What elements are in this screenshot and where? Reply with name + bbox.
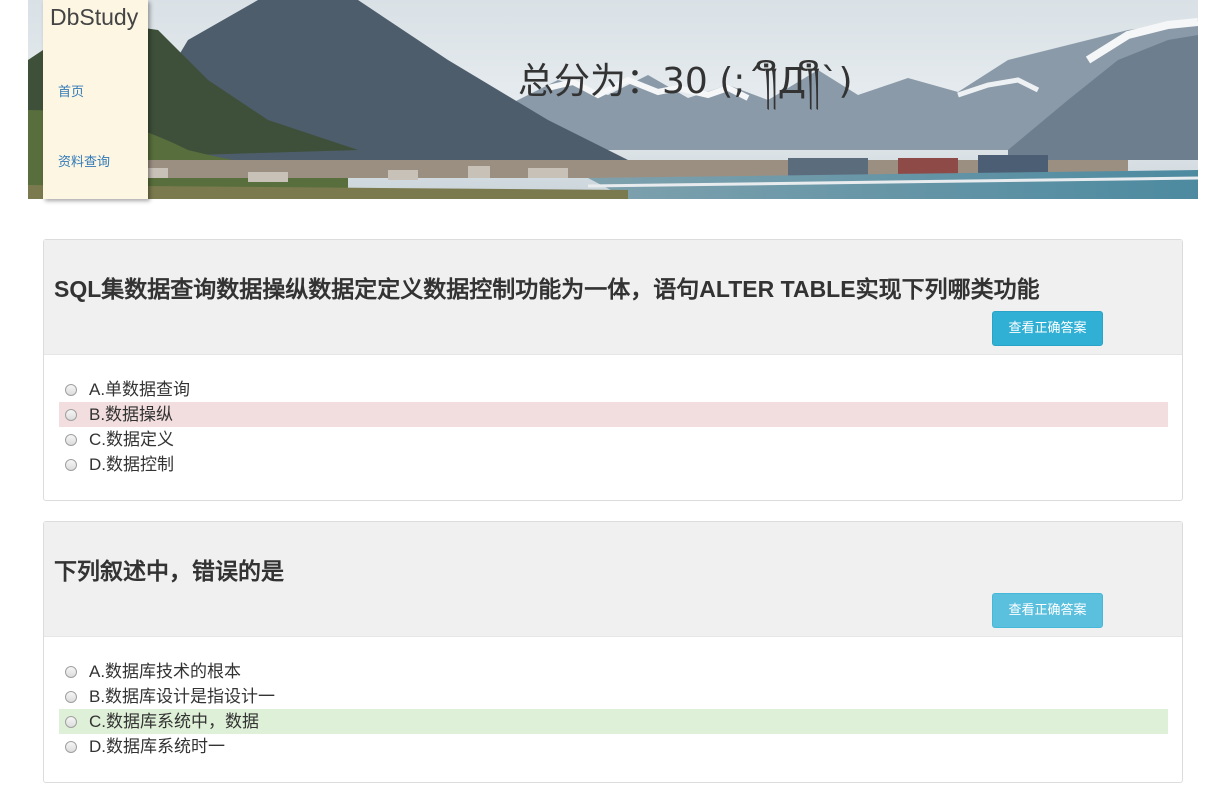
radio-button[interactable]	[65, 434, 77, 446]
option-b[interactable]: B.数据库设计是指设计一	[59, 684, 1168, 709]
nav-item-home[interactable]: 首页	[58, 81, 84, 100]
option-label: A.单数据查询	[89, 380, 191, 399]
nav-item-resource-search[interactable]: 资料查询	[58, 151, 110, 170]
radio-button[interactable]	[65, 741, 77, 753]
question-panel-2: 下列叙述中，错误的是 查看正确答案 A.数据库技术的根本 B.数据库设计是指设计…	[43, 521, 1183, 783]
sidebar-nav: DbStudy 首页 资料查询	[43, 0, 148, 199]
option-label: B.数据操纵	[89, 405, 174, 424]
option-label: B.数据库设计是指设计一	[89, 687, 276, 706]
option-label: C.数据定义	[89, 430, 174, 449]
option-label: D.数据控制	[89, 455, 174, 474]
radio-button[interactable]	[65, 716, 77, 728]
option-label: D.数据库系统时一	[89, 737, 225, 756]
radio-button[interactable]	[65, 666, 77, 678]
option-c-correct[interactable]: C.数据库系统中，数据	[59, 709, 1168, 734]
option-a[interactable]: A.数据库技术的根本	[59, 659, 1168, 684]
brand-logo-text[interactable]: DbStudy	[50, 4, 138, 31]
show-correct-answer-button[interactable]: 查看正确答案	[992, 311, 1103, 346]
option-label: C.数据库系统中，数据	[89, 712, 259, 731]
question-panel-1: SQL集数据查询数据操纵数据定定义数据控制功能为一体，语句ALTER TABLE…	[43, 239, 1183, 501]
total-score-heading: 总分为：30 (;´༎ຶД༎ຶ`)	[518, 61, 853, 102]
option-label: A.数据库技术的根本	[89, 662, 242, 681]
radio-button[interactable]	[65, 409, 77, 421]
option-d[interactable]: D.数据控制	[59, 452, 1168, 477]
show-correct-answer-button[interactable]: 查看正确答案	[992, 593, 1103, 628]
option-c[interactable]: C.数据定义	[59, 427, 1168, 452]
option-d[interactable]: D.数据库系统时一	[59, 734, 1168, 759]
options-list: A.单数据查询 B.数据操纵 C.数据定义 D.数据控制	[59, 377, 1168, 477]
radio-button[interactable]	[65, 691, 77, 703]
radio-button[interactable]	[65, 384, 77, 396]
question-title: SQL集数据查询数据操纵数据定定义数据控制功能为一体，语句ALTER TABLE…	[54, 276, 1040, 302]
radio-button[interactable]	[65, 459, 77, 471]
option-b-wrong-selected[interactable]: B.数据操纵	[59, 402, 1168, 427]
question-header: 下列叙述中，错误的是 查看正确答案	[44, 522, 1182, 637]
question-header: SQL集数据查询数据操纵数据定定义数据控制功能为一体，语句ALTER TABLE…	[44, 240, 1182, 355]
option-a[interactable]: A.单数据查询	[59, 377, 1168, 402]
options-list: A.数据库技术的根本 B.数据库设计是指设计一 C.数据库系统中，数据 D.数据…	[59, 659, 1168, 759]
question-title: 下列叙述中，错误的是	[54, 558, 284, 584]
